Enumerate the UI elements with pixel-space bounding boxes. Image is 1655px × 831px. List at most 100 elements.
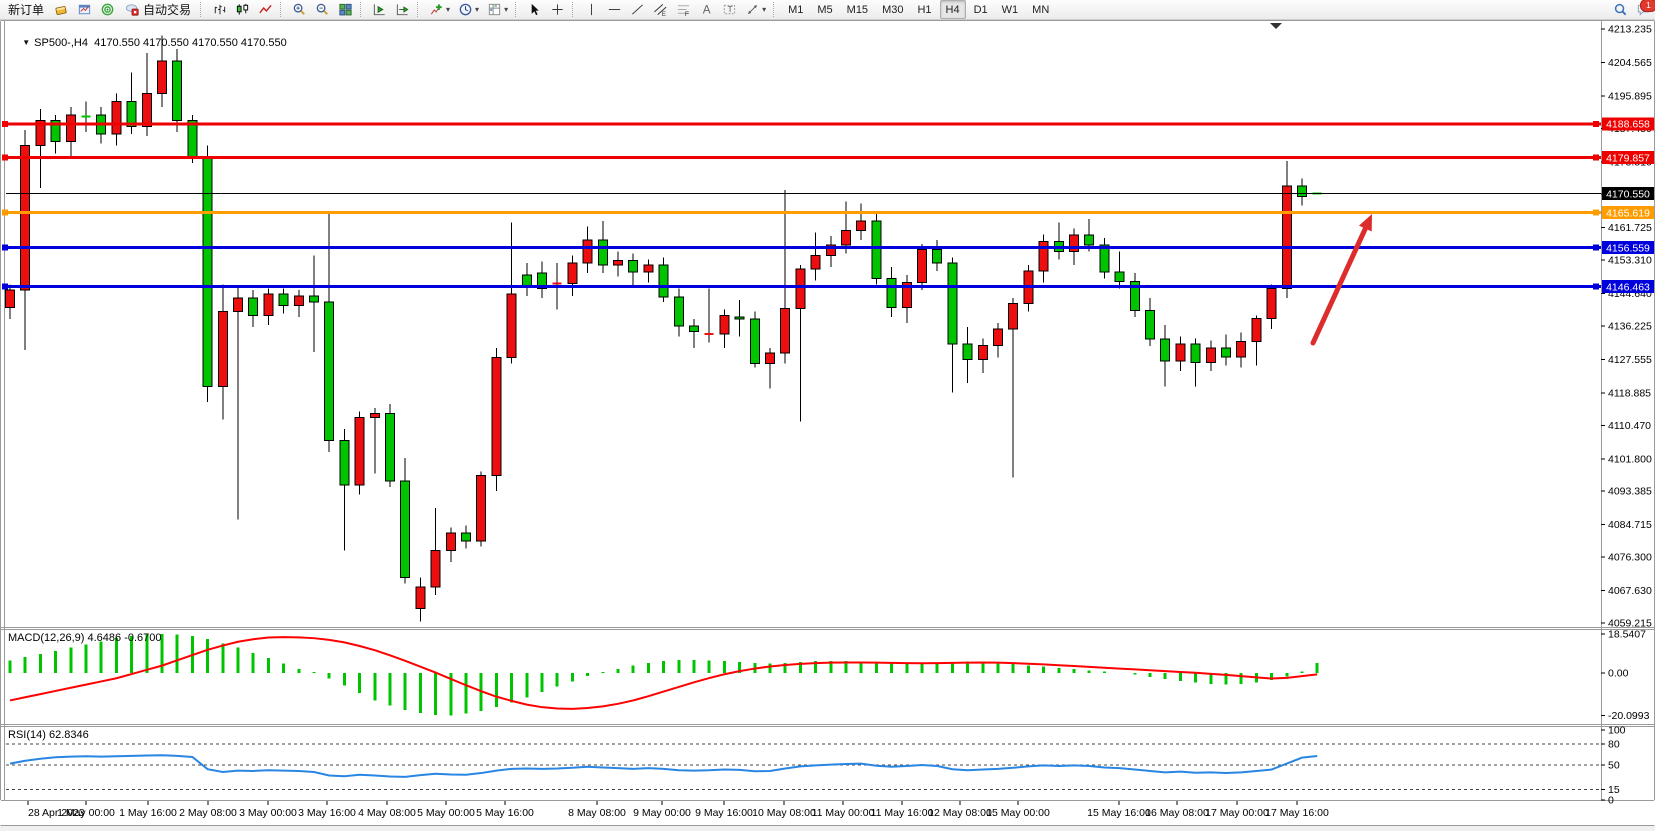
shapes-icon[interactable]: ▾	[742, 0, 769, 19]
timeframe-m5[interactable]: M5	[811, 0, 838, 19]
horizontal-line-icon[interactable]	[604, 0, 625, 19]
indicators-add-icon[interactable]: ▾	[426, 0, 453, 19]
timeframe-h1[interactable]: H1	[911, 0, 937, 19]
order-ticket-icon	[54, 2, 69, 17]
zoom-in-icon[interactable]	[289, 0, 310, 19]
candle-bull	[492, 358, 501, 476]
candle-bull	[644, 265, 653, 272]
candle-bear	[933, 250, 942, 263]
time-tick-label: 1 May 16:00	[119, 807, 177, 819]
label-tool-icon[interactable]: T	[719, 0, 740, 19]
shapes-icon-caret[interactable]: ▾	[762, 6, 766, 14]
vertical-line-icon[interactable]	[581, 0, 602, 19]
candle-bull	[6, 290, 15, 307]
line-handle-left[interactable]	[2, 245, 8, 251]
time-tick-label: 9 May 00:00	[633, 807, 691, 819]
timeframe-h4[interactable]: H4	[940, 0, 966, 19]
auto-scroll-icon[interactable]	[392, 0, 413, 19]
bar-chart-icon[interactable]	[209, 0, 230, 19]
price-badge-value: 4188.658	[1606, 119, 1650, 131]
shapes-icon	[745, 2, 760, 17]
candle-bull	[1009, 304, 1018, 329]
order-ticket-icon[interactable]	[51, 0, 72, 19]
chart-window: 4213.2354204.5654195.8954187.4804178.810…	[0, 20, 1655, 826]
macd-tick-label: -20.0993	[1608, 710, 1650, 722]
zoom-out-icon[interactable]	[312, 0, 333, 19]
text-tool-icon[interactable]: A	[696, 0, 717, 19]
candle-bull	[1176, 344, 1185, 361]
crosshair-icon[interactable]	[547, 0, 568, 19]
timeframe-m15[interactable]: M15	[841, 0, 874, 19]
line-chart-icon[interactable]	[255, 0, 276, 19]
candle-bull	[446, 533, 455, 550]
line-handle-left[interactable]	[2, 284, 8, 290]
equidistant-channel-icon[interactable]: E	[650, 0, 671, 19]
timeframe-w1[interactable]: W1	[996, 0, 1025, 19]
timeframe-mn[interactable]: MN	[1026, 0, 1055, 19]
timeframe-m30[interactable]: M30	[876, 0, 909, 19]
line-handle-right[interactable]	[1593, 121, 1599, 127]
candle-chart-icon[interactable]	[232, 0, 253, 19]
auto-scroll-icon	[395, 2, 410, 17]
rsi-label: RSI(14) 62.8346	[8, 729, 89, 741]
tile-windows-icon[interactable]	[335, 0, 356, 19]
indicators-add-icon-caret[interactable]: ▾	[446, 6, 450, 14]
line-handle-right[interactable]	[1593, 155, 1599, 161]
candle-bear	[1146, 311, 1155, 340]
vertical-line-icon	[584, 2, 599, 17]
candle-bull	[431, 551, 440, 588]
price-tick-label: 4136.225	[1608, 321, 1652, 333]
candle-bull	[416, 587, 425, 608]
new-chart-icon	[77, 2, 92, 17]
line-handle-right[interactable]	[1593, 284, 1599, 290]
new-chart-icon[interactable]	[74, 0, 95, 19]
templates-icon[interactable]: ▾	[484, 0, 511, 19]
trendline-icon[interactable]	[627, 0, 648, 19]
autotrading-button[interactable]: 自动交易	[120, 0, 196, 19]
templates-icon	[487, 2, 502, 17]
macd-label: MACD(12,26,9) 4.6486 -0.6700	[8, 632, 161, 644]
candle-bull	[978, 345, 987, 359]
candle-bull	[857, 221, 866, 231]
candle-bull	[218, 311, 227, 386]
chart-symbol-label: SP500-,H4	[34, 37, 88, 49]
timeframe-m1[interactable]: M1	[782, 0, 809, 19]
cursor-icon[interactable]	[524, 0, 545, 19]
candle-bear	[522, 275, 531, 287]
line-handle-left[interactable]	[2, 155, 8, 161]
chart-shift-icon[interactable]	[369, 0, 390, 19]
macd-tick-label: 18.5407	[1608, 628, 1646, 640]
navigator-icon[interactable]	[97, 0, 118, 19]
candle-bull	[796, 269, 805, 308]
zoom-in-icon	[292, 2, 307, 17]
new-order-button-label: 新订单	[8, 1, 44, 18]
candle-bull	[234, 298, 243, 311]
candle-bear	[340, 441, 349, 485]
time-tick-label: 17 May 00:00	[1205, 807, 1269, 819]
fibonacci-icon[interactable]: F	[673, 0, 694, 19]
line-handle-right[interactable]	[1593, 245, 1599, 251]
new-order-button[interactable]: 新订单	[3, 0, 49, 19]
candle-bear	[279, 294, 288, 306]
chart-collapse-icon[interactable]: ▼	[22, 38, 30, 47]
candle-bear	[887, 279, 896, 308]
candle-bull	[477, 475, 486, 541]
periods-icon[interactable]: ▾	[455, 0, 482, 19]
annotation-arrow[interactable]	[1313, 214, 1372, 343]
line-handle-right[interactable]	[1593, 210, 1599, 216]
periods-icon-caret[interactable]: ▾	[475, 6, 479, 14]
navigator-icon	[100, 2, 115, 17]
timeframe-d1[interactable]: D1	[968, 0, 994, 19]
time-tick-label: 5 May 16:00	[476, 807, 534, 819]
candle-bear	[690, 326, 699, 331]
time-tick-label: 3 May 16:00	[298, 807, 356, 819]
notifications-icon[interactable]: 1	[1633, 0, 1654, 19]
chart-canvas[interactable]: 4213.2354204.5654195.8954187.4804178.810…	[0, 20, 1655, 826]
price-tick-label: 4076.300	[1608, 552, 1652, 564]
line-handle-left[interactable]	[2, 121, 8, 127]
candle-bear	[401, 481, 410, 577]
chart-shift-marker[interactable]	[1270, 23, 1282, 29]
line-handle-left[interactable]	[2, 210, 8, 216]
search-icon[interactable]	[1610, 0, 1631, 19]
templates-icon-caret[interactable]: ▾	[504, 6, 508, 14]
